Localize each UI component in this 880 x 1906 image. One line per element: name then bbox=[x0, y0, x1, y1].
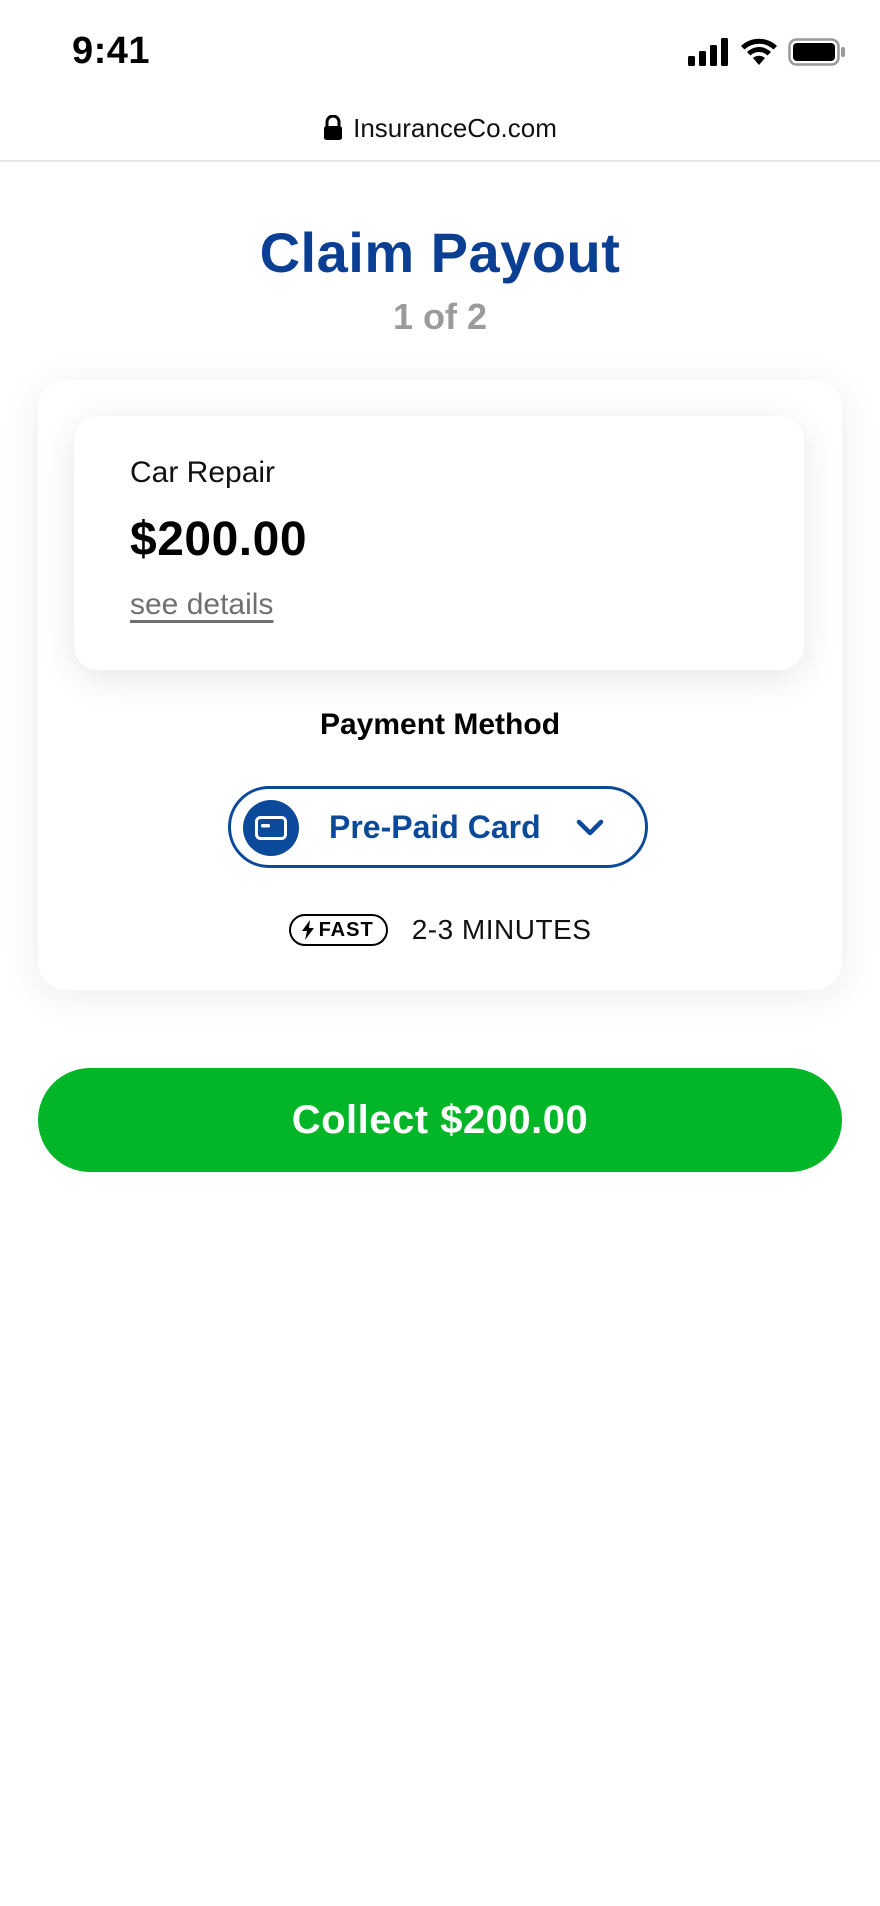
status-time: 9:41 bbox=[72, 30, 151, 72]
delivery-speed: FAST 2-3 MINUTES bbox=[38, 914, 842, 946]
see-details-link[interactable]: see details bbox=[130, 588, 273, 622]
url-text: InsuranceCo.com bbox=[353, 112, 557, 143]
url-bar[interactable]: InsuranceCo.com bbox=[0, 96, 880, 162]
fast-badge: FAST bbox=[288, 914, 388, 946]
wifi-icon bbox=[741, 38, 777, 65]
status-bar: 9:41 bbox=[0, 0, 880, 100]
claim-amount: $200.00 bbox=[130, 513, 308, 566]
payment-method-select[interactable]: Pre-Paid Card bbox=[228, 786, 648, 868]
delivery-time: 2-3 MINUTES bbox=[411, 914, 592, 945]
payment-method-label: Pre-Paid Card bbox=[329, 809, 541, 845]
lock-icon bbox=[324, 115, 343, 140]
chevron-down-icon bbox=[576, 819, 604, 836]
payout-card: Car Repair $200.00 see details Payment M… bbox=[38, 380, 842, 990]
collect-button[interactable]: Collect $200.00 bbox=[38, 1068, 842, 1172]
claim-label: Car Repair bbox=[130, 456, 276, 489]
payment-method-heading: Payment Method bbox=[319, 708, 561, 741]
step-indicator: 1 of 2 bbox=[392, 296, 488, 337]
battery-icon bbox=[788, 38, 845, 66]
page: 9:41 InsuranceCo.com Claim Payout 1 of 2… bbox=[0, 0, 880, 1906]
status-icons bbox=[688, 38, 846, 66]
lightning-bolt-icon bbox=[301, 920, 314, 940]
card-icon bbox=[243, 800, 299, 856]
fast-badge-label: FAST bbox=[318, 918, 374, 941]
cellular-signal-icon bbox=[688, 38, 728, 66]
claim-summary-card: Car Repair $200.00 see details bbox=[74, 416, 804, 670]
page-title: Claim Payout bbox=[259, 221, 621, 284]
collect-button-label: Collect $200.00 bbox=[291, 1097, 589, 1142]
